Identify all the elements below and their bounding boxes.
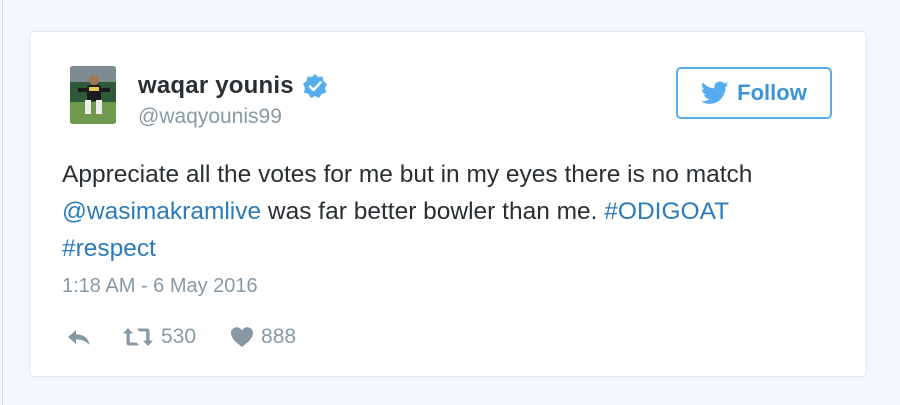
- tweet-text-middle: was far better bowler than me.: [261, 198, 605, 225]
- like-button[interactable]: 888: [230, 325, 296, 349]
- tweet-actions: 530 888: [66, 324, 296, 350]
- like-count: 888: [261, 325, 297, 348]
- reply-icon: [66, 326, 92, 348]
- retweet-icon: [122, 326, 154, 348]
- mention-link[interactable]: @wasimakramlive: [62, 198, 261, 225]
- author-display-name[interactable]: waqar younis: [138, 72, 294, 100]
- verified-badge-icon: [302, 73, 328, 99]
- tweet-text: Appreciate all the votes for me but in m…: [62, 156, 842, 267]
- hashtag-link-respect[interactable]: #respect: [62, 235, 156, 262]
- author-handle[interactable]: @waqyounis99: [138, 105, 282, 129]
- page-edge-line: [2, 0, 3, 405]
- retweet-button[interactable]: 530: [122, 325, 196, 349]
- author-name-row: waqar younis: [138, 72, 328, 100]
- heart-icon: [230, 326, 254, 348]
- embedded-tweet-card: waqar younis @waqyounis99 Follow Appreci…: [29, 31, 867, 377]
- hashtag-link-odigoat[interactable]: #ODIGOAT: [604, 198, 729, 225]
- avatar[interactable]: [70, 66, 116, 124]
- follow-button-label: Follow: [737, 80, 807, 105]
- reply-button[interactable]: [66, 326, 92, 348]
- follow-button[interactable]: Follow: [676, 67, 832, 119]
- retweet-count: 530: [161, 325, 197, 348]
- twitter-bird-icon: [700, 81, 729, 105]
- avatar-photo: [70, 66, 116, 124]
- tweet-timestamp[interactable]: 1:18 AM - 6 May 2016: [62, 275, 258, 298]
- tweet-text-line1: Appreciate all the votes for me but in m…: [62, 161, 753, 188]
